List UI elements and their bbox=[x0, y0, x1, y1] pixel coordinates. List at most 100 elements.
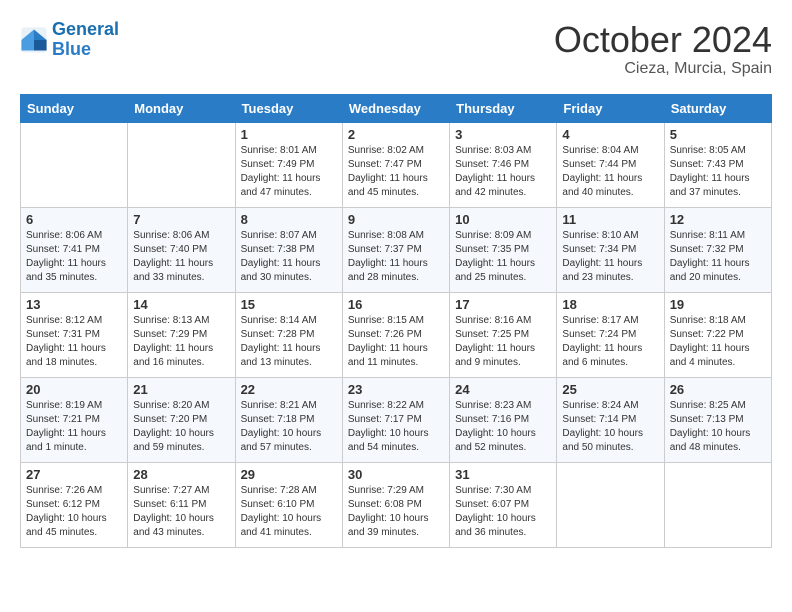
day-info: Sunrise: 8:24 AM Sunset: 7:14 PM Dayligh… bbox=[562, 399, 658, 455]
calendar-cell: 14 Sunrise: 8:13 AM Sunset: 7:29 PM Dayli… bbox=[128, 292, 235, 377]
calendar-cell bbox=[664, 462, 771, 547]
day-number: 21 bbox=[133, 382, 229, 397]
day-header-sunday: Sunday bbox=[21, 94, 128, 122]
day-info: Sunrise: 8:06 AM Sunset: 7:40 PM Dayligh… bbox=[133, 229, 229, 285]
calendar-cell: 11Sunrise: 8:10 AM Sunset: 7:34 PM Dayli… bbox=[557, 207, 664, 292]
day-number: 17 bbox=[455, 297, 551, 312]
calendar-table: SundayMondayTuesdayWednesdayThursdayFrid… bbox=[20, 94, 772, 548]
day-info: Sunrise: 8:19 AM Sunset: 7:21 PM Dayligh… bbox=[26, 399, 122, 455]
day-info: Sunrise: 8:21 AM Sunset: 7:18 PM Dayligh… bbox=[241, 399, 337, 455]
calendar-cell: 5 Sunrise: 8:05 AM Sunset: 7:43 PM Daylig… bbox=[664, 122, 771, 207]
day-info: Sunrise: 8:12 AM Sunset: 7:31 PM Dayligh… bbox=[26, 314, 122, 370]
day-info: Sunrise: 8:11 AM Sunset: 7:32 PM Dayligh… bbox=[670, 229, 766, 285]
day-info: Sunrise: 8:06 AM Sunset: 7:41 PM Dayligh… bbox=[26, 229, 122, 285]
calendar-cell: 9 Sunrise: 8:08 AM Sunset: 7:37 PM Daylig… bbox=[342, 207, 449, 292]
calendar-cell: 16 Sunrise: 8:15 AM Sunset: 7:26 PM Dayli… bbox=[342, 292, 449, 377]
day-number: 16 bbox=[348, 297, 444, 312]
day-header-friday: Friday bbox=[557, 94, 664, 122]
calendar-week-3: 13 Sunrise: 8:12 AM Sunset: 7:31 PM Dayli… bbox=[21, 292, 772, 377]
day-info: Sunrise: 8:09 AM Sunset: 7:35 PM Dayligh… bbox=[455, 229, 551, 285]
day-number: 1 bbox=[241, 127, 337, 142]
logo: GeneralBlue bbox=[20, 20, 119, 60]
calendar-cell: 7Sunrise: 8:06 AM Sunset: 7:40 PM Daylig… bbox=[128, 207, 235, 292]
day-number: 23 bbox=[348, 382, 444, 397]
calendar-cell: 23Sunrise: 8:22 AM Sunset: 7:17 PM Dayli… bbox=[342, 377, 449, 462]
day-info: Sunrise: 7:28 AM Sunset: 6:10 PM Dayligh… bbox=[241, 484, 337, 540]
calendar-cell: 4 Sunrise: 8:04 AM Sunset: 7:44 PM Daylig… bbox=[557, 122, 664, 207]
day-number: 3 bbox=[455, 127, 551, 142]
calendar-body: 1 Sunrise: 8:01 AM Sunset: 7:49 PM Daylig… bbox=[21, 122, 772, 547]
calendar-cell: 28 Sunrise: 7:27 AM Sunset: 6:11 PM Dayli… bbox=[128, 462, 235, 547]
day-number: 30 bbox=[348, 467, 444, 482]
day-info: Sunrise: 8:20 AM Sunset: 7:20 PM Dayligh… bbox=[133, 399, 229, 455]
calendar-header-row: SundayMondayTuesdayWednesdayThursdayFrid… bbox=[21, 94, 772, 122]
calendar-cell: 25 Sunrise: 8:24 AM Sunset: 7:14 PM Dayli… bbox=[557, 377, 664, 462]
day-info: Sunrise: 7:29 AM Sunset: 6:08 PM Dayligh… bbox=[348, 484, 444, 540]
day-number: 22 bbox=[241, 382, 337, 397]
day-info: Sunrise: 7:27 AM Sunset: 6:11 PM Dayligh… bbox=[133, 484, 229, 540]
day-header-monday: Monday bbox=[128, 94, 235, 122]
day-number: 18 bbox=[562, 297, 658, 312]
page-header: GeneralBlue October 2024 Cieza, Murcia, … bbox=[20, 20, 772, 78]
calendar-cell bbox=[557, 462, 664, 547]
calendar-cell bbox=[128, 122, 235, 207]
calendar-cell bbox=[21, 122, 128, 207]
day-number: 9 bbox=[348, 212, 444, 227]
day-number: 2 bbox=[348, 127, 444, 142]
day-info: Sunrise: 8:08 AM Sunset: 7:37 PM Dayligh… bbox=[348, 229, 444, 285]
day-info: Sunrise: 7:30 AM Sunset: 6:07 PM Dayligh… bbox=[455, 484, 551, 540]
calendar-cell: 22 Sunrise: 8:21 AM Sunset: 7:18 PM Dayli… bbox=[235, 377, 342, 462]
day-number: 19 bbox=[670, 297, 766, 312]
calendar-cell: 27Sunrise: 7:26 AM Sunset: 6:12 PM Dayli… bbox=[21, 462, 128, 547]
day-header-tuesday: Tuesday bbox=[235, 94, 342, 122]
calendar-week-2: 6Sunrise: 8:06 AM Sunset: 7:41 PM Daylig… bbox=[21, 207, 772, 292]
day-number: 31 bbox=[455, 467, 551, 482]
title-block: October 2024 Cieza, Murcia, Spain bbox=[554, 20, 772, 78]
day-info: Sunrise: 8:05 AM Sunset: 7:43 PM Dayligh… bbox=[670, 144, 766, 200]
day-number: 14 bbox=[133, 297, 229, 312]
calendar-cell: 12 Sunrise: 8:11 AM Sunset: 7:32 PM Dayli… bbox=[664, 207, 771, 292]
day-number: 12 bbox=[670, 212, 766, 227]
day-info: Sunrise: 8:02 AM Sunset: 7:47 PM Dayligh… bbox=[348, 144, 444, 200]
day-info: Sunrise: 8:03 AM Sunset: 7:46 PM Dayligh… bbox=[455, 144, 551, 200]
day-header-thursday: Thursday bbox=[450, 94, 557, 122]
calendar-cell: 6Sunrise: 8:06 AM Sunset: 7:41 PM Daylig… bbox=[21, 207, 128, 292]
day-info: Sunrise: 8:16 AM Sunset: 7:25 PM Dayligh… bbox=[455, 314, 551, 370]
day-number: 29 bbox=[241, 467, 337, 482]
calendar-week-5: 27Sunrise: 7:26 AM Sunset: 6:12 PM Dayli… bbox=[21, 462, 772, 547]
calendar-cell: 8Sunrise: 8:07 AM Sunset: 7:38 PM Daylig… bbox=[235, 207, 342, 292]
day-info: Sunrise: 8:01 AM Sunset: 7:49 PM Dayligh… bbox=[241, 144, 337, 200]
calendar-cell: 13 Sunrise: 8:12 AM Sunset: 7:31 PM Dayli… bbox=[21, 292, 128, 377]
calendar-cell: 18Sunrise: 8:17 AM Sunset: 7:24 PM Dayli… bbox=[557, 292, 664, 377]
calendar-cell: 2 Sunrise: 8:02 AM Sunset: 7:47 PM Daylig… bbox=[342, 122, 449, 207]
day-number: 15 bbox=[241, 297, 337, 312]
day-info: Sunrise: 8:13 AM Sunset: 7:29 PM Dayligh… bbox=[133, 314, 229, 370]
logo-text: GeneralBlue bbox=[52, 20, 119, 60]
calendar-cell: 24 Sunrise: 8:23 AM Sunset: 7:16 PM Dayli… bbox=[450, 377, 557, 462]
day-number: 4 bbox=[562, 127, 658, 142]
day-info: Sunrise: 8:14 AM Sunset: 7:28 PM Dayligh… bbox=[241, 314, 337, 370]
day-number: 11 bbox=[562, 212, 658, 227]
calendar-cell: 31 Sunrise: 7:30 AM Sunset: 6:07 PM Dayli… bbox=[450, 462, 557, 547]
day-info: Sunrise: 8:18 AM Sunset: 7:22 PM Dayligh… bbox=[670, 314, 766, 370]
day-number: 24 bbox=[455, 382, 551, 397]
day-number: 13 bbox=[26, 297, 122, 312]
calendar-cell: 1 Sunrise: 8:01 AM Sunset: 7:49 PM Daylig… bbox=[235, 122, 342, 207]
day-header-saturday: Saturday bbox=[664, 94, 771, 122]
day-number: 10 bbox=[455, 212, 551, 227]
calendar-cell: 15 Sunrise: 8:14 AM Sunset: 7:28 PM Dayli… bbox=[235, 292, 342, 377]
day-info: Sunrise: 8:15 AM Sunset: 7:26 PM Dayligh… bbox=[348, 314, 444, 370]
day-number: 5 bbox=[670, 127, 766, 142]
day-info: Sunrise: 8:04 AM Sunset: 7:44 PM Dayligh… bbox=[562, 144, 658, 200]
calendar-cell: 29 Sunrise: 7:28 AM Sunset: 6:10 PM Dayli… bbox=[235, 462, 342, 547]
day-number: 28 bbox=[133, 467, 229, 482]
calendar-cell: 3 Sunrise: 8:03 AM Sunset: 7:46 PM Daylig… bbox=[450, 122, 557, 207]
calendar-cell: 20 Sunrise: 8:19 AM Sunset: 7:21 PM Dayli… bbox=[21, 377, 128, 462]
day-number: 25 bbox=[562, 382, 658, 397]
day-number: 20 bbox=[26, 382, 122, 397]
calendar-cell: 10 Sunrise: 8:09 AM Sunset: 7:35 PM Dayli… bbox=[450, 207, 557, 292]
logo-icon bbox=[20, 26, 48, 54]
location-subtitle: Cieza, Murcia, Spain bbox=[554, 60, 772, 78]
day-number: 26 bbox=[670, 382, 766, 397]
day-info: Sunrise: 8:23 AM Sunset: 7:16 PM Dayligh… bbox=[455, 399, 551, 455]
